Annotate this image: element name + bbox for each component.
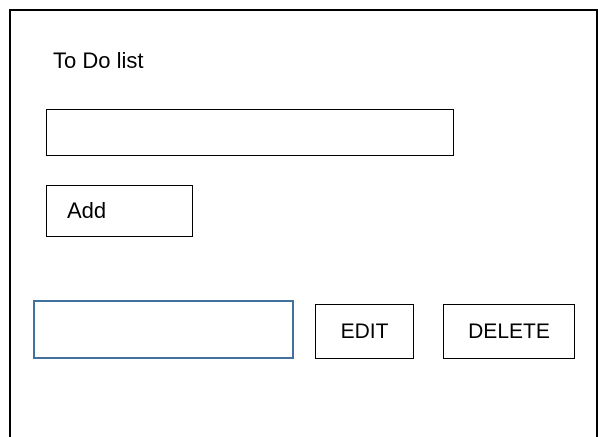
add-button[interactable]: Add — [46, 185, 193, 237]
edit-button[interactable]: EDIT — [315, 304, 414, 359]
page-title: To Do list — [53, 48, 144, 73]
new-task-input[interactable] — [46, 109, 454, 156]
delete-button[interactable]: DELETE — [443, 304, 575, 359]
todo-item-field[interactable] — [33, 300, 294, 359]
